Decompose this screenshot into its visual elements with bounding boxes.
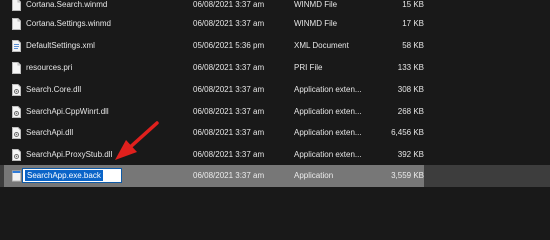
application-icon	[12, 170, 21, 182]
file-size: 133 KB	[397, 63, 424, 72]
file-row[interactable]: Cortana.Settings.winmd 06/08/2021 3:37 a…	[0, 13, 550, 35]
file-type: Application exten...	[294, 150, 362, 159]
file-icon	[12, 0, 21, 11]
rename-selected-text: SearchApp.exe.back	[25, 170, 103, 181]
xml-file-icon	[12, 40, 21, 52]
file-date-modified: 06/08/2021 3:37 am	[193, 63, 265, 72]
file-row[interactable]: SearchApi.ProxyStub.dll 06/08/2021 3:37 …	[0, 144, 550, 166]
file-icon	[12, 62, 21, 74]
dll-file-icon	[12, 127, 21, 139]
file-date-modified: 06/08/2021 3:37 am	[193, 128, 265, 137]
rename-input[interactable]: SearchApp.exe.back	[22, 168, 122, 183]
dll-file-icon	[12, 149, 21, 161]
file-list: Cortana.Search.winmd 06/08/2021 3:37 am …	[0, 0, 550, 206]
file-type: Application exten...	[294, 107, 362, 116]
file-type: Application	[294, 171, 334, 180]
file-name: SearchApi.dll	[26, 128, 74, 137]
file-name: DefaultSettings.xml	[26, 41, 95, 50]
file-type: XML Document	[294, 41, 349, 50]
file-name: Search.Core.dll	[26, 85, 82, 94]
file-icon	[12, 18, 21, 30]
file-size: 6,456 KB	[391, 128, 424, 137]
annotation-arrow-icon	[115, 121, 159, 160]
file-row[interactable]: resources.pri 06/08/2021 3:37 am PRI Fil…	[0, 57, 550, 79]
file-date-modified: 06/08/2021 3:37 am	[193, 85, 265, 94]
file-size: 17 KB	[402, 19, 424, 28]
file-name: resources.pri	[26, 63, 73, 72]
file-date-modified: 06/08/2021 3:37 am	[193, 171, 265, 180]
file-name: Cortana.Settings.winmd	[26, 19, 111, 28]
file-type: WINMD File	[294, 19, 338, 28]
file-row[interactable]: SearchApi.dll 06/08/2021 3:37 am Applica…	[0, 122, 550, 144]
file-date-modified: 06/08/2021 3:37 am	[193, 107, 265, 116]
dll-file-icon	[12, 106, 21, 118]
file-size: 392 KB	[397, 150, 424, 159]
file-name: SearchApi.ProxyStub.dll	[26, 150, 113, 159]
file-row[interactable]: Search.Core.dll 06/08/2021 3:37 am Appli…	[0, 79, 550, 101]
file-type: PRI File	[294, 63, 323, 72]
file-date-modified: 06/08/2021 3:37 am	[193, 150, 265, 159]
file-date-modified: 05/06/2021 5:36 pm	[193, 41, 265, 50]
dll-file-icon	[12, 84, 21, 96]
file-row-selected[interactable]: SearchApp.exe.back 06/08/2021 3:37 am Ap…	[0, 165, 550, 187]
file-size: 308 KB	[397, 85, 424, 94]
file-size: 268 KB	[397, 107, 424, 116]
file-name: SearchApi.CppWinrt.dll	[26, 107, 109, 116]
file-row[interactable]: SearchApi.CppWinrt.dll 06/08/2021 3:37 a…	[0, 101, 550, 123]
file-type: Application exten...	[294, 128, 362, 137]
file-date-modified: 06/08/2021 3:37 am	[193, 19, 265, 28]
file-row[interactable]: DefaultSettings.xml 05/06/2021 5:36 pm X…	[0, 35, 550, 57]
file-size: 58 KB	[402, 41, 424, 50]
file-size: 3,559 KB	[391, 171, 424, 180]
file-type: Application exten...	[294, 85, 362, 94]
